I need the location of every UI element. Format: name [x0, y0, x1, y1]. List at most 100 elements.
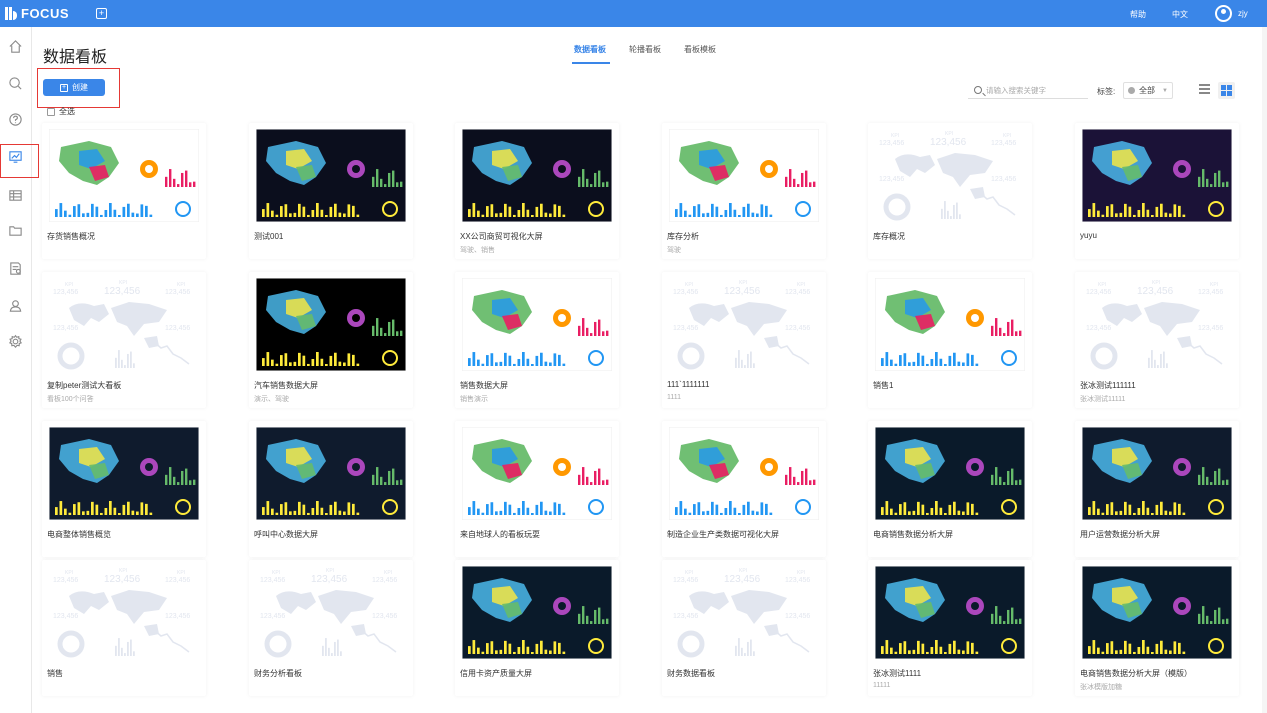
dashboard-card[interactable]: 测试001: [249, 123, 413, 259]
dashboard-name[interactable]: 销售: [47, 668, 63, 679]
dashboard-thumbnail[interactable]: 123,456 123,456 123,456 KPI KPI KPI 123,456 1…: [875, 129, 1025, 222]
dashboard-thumbnail[interactable]: 123,456 123,456 123,456 KPI KPI KPI 123,456 1…: [669, 566, 819, 659]
create-button[interactable]: + 创建: [43, 79, 105, 96]
dashboard-card[interactable]: 来自地球人的看板玩耍: [455, 421, 619, 557]
dashboard-card[interactable]: 销售数据大屏 销售演示: [455, 272, 619, 408]
dashboard-thumbnail[interactable]: [875, 278, 1025, 371]
dashboard-card[interactable]: 存货销售概况: [42, 123, 206, 259]
dashboard-name[interactable]: 财务分析看板: [254, 668, 302, 679]
dashboard-card[interactable]: 张冰测试1111 11111: [868, 560, 1032, 696]
dashboard-thumbnail[interactable]: [1082, 566, 1232, 659]
dashboard-card[interactable]: XX公司商贸可视化大屏 驾驶、销售: [455, 123, 619, 259]
select-all[interactable]: 全选: [47, 106, 75, 117]
dashboard-card[interactable]: 123,456 123,456 123,456 KPI KPI KPI 123,456 1…: [249, 560, 413, 696]
dashboard-name[interactable]: 财务数据看板: [667, 668, 715, 679]
dashboard-thumbnail[interactable]: [462, 427, 612, 520]
dashboard-thumbnail[interactable]: [669, 427, 819, 520]
dashboard-thumbnail[interactable]: [875, 566, 1025, 659]
tab-carousel[interactable]: 轮播看板: [629, 44, 661, 55]
dashboard-card[interactable]: 电商整体销售概览: [42, 421, 206, 557]
dashboard-name[interactable]: 电商销售数据分析大屏（模版）: [1080, 668, 1192, 679]
search-box[interactable]: 请输入搜索关键字: [968, 82, 1088, 99]
dashboard-name[interactable]: yuyu: [1080, 231, 1097, 240]
dashboard-name[interactable]: 111`1111111: [667, 380, 709, 389]
placeholder-num: 123,456: [1086, 289, 1111, 296]
dashboard-card[interactable]: 123,456 123,456 123,456 KPI KPI KPI 123,456 1…: [868, 123, 1032, 259]
dashboard-thumbnail[interactable]: [1082, 427, 1232, 520]
dashboard-thumbnail[interactable]: 123,456 123,456 123,456 KPI KPI KPI 123,456 1…: [256, 566, 406, 659]
tab-dashboards[interactable]: 数据看板: [574, 44, 606, 55]
svg-text:KPI: KPI: [65, 570, 73, 576]
dashboard-name[interactable]: 信用卡资产质量大屏: [460, 668, 532, 679]
dashboard-name[interactable]: 来自地球人的看板玩耍: [460, 529, 540, 540]
folder-icon[interactable]: [8, 223, 23, 238]
dashboard-thumbnail[interactable]: 123,456 123,456 123,456 KPI KPI KPI 123,456 1…: [669, 278, 819, 371]
dashboard-thumbnail[interactable]: [875, 427, 1025, 520]
dashboard-thumbnail[interactable]: 123,456 123,456 123,456 KPI KPI KPI 123,456 1…: [49, 278, 199, 371]
dashboard-thumbnail[interactable]: [256, 427, 406, 520]
list-view-icon[interactable]: [1199, 84, 1210, 95]
dashboard-card[interactable]: 库存分析 驾驶: [662, 123, 826, 259]
dashboard-card[interactable]: 123,456 123,456 123,456 KPI KPI KPI 123,456 1…: [662, 560, 826, 696]
dashboard-name[interactable]: 销售1: [873, 380, 893, 391]
dashboard-thumbnail[interactable]: [256, 129, 406, 222]
dashboard-name[interactable]: 复制peter测试大看板: [47, 380, 121, 391]
search-icon[interactable]: [8, 76, 23, 91]
dashboard-card[interactable]: 123,456 123,456 123,456 KPI KPI KPI 123,456 1…: [42, 560, 206, 696]
grid-view-icon[interactable]: [1218, 82, 1235, 99]
help-link[interactable]: 帮助: [1130, 9, 1146, 20]
dashboard-name[interactable]: 用户运营数据分析大屏: [1080, 529, 1160, 540]
add-tab-icon[interactable]: +: [96, 8, 107, 19]
dashboard-name[interactable]: 销售数据大屏: [460, 380, 508, 391]
dashboard-thumbnail[interactable]: [462, 129, 612, 222]
home-icon[interactable]: [8, 39, 23, 54]
dashboard-name[interactable]: 制造企业生产类数据可视化大屏: [667, 529, 779, 540]
dashboard-card[interactable]: 汽车销售数据大屏 演示、驾驶: [249, 272, 413, 408]
dashboard-thumbnail[interactable]: 123,456 123,456 123,456 KPI KPI KPI 123,456 1…: [49, 566, 199, 659]
dashboard-card[interactable]: 123,456 123,456 123,456 KPI KPI KPI 123,456 1…: [662, 272, 826, 408]
dashboard-card[interactable]: 电商销售数据分析大屏: [868, 421, 1032, 557]
username[interactable]: zjy: [1238, 9, 1248, 18]
dashboard-name[interactable]: 电商销售数据分析大屏: [873, 529, 953, 540]
dashboard-card[interactable]: 电商销售数据分析大屏（模版） 张冰模版加糖: [1075, 560, 1239, 696]
dashboard-card[interactable]: 制造企业生产类数据可视化大屏: [662, 421, 826, 557]
report-icon[interactable]: [8, 261, 23, 276]
settings-icon[interactable]: [8, 334, 23, 349]
dashboard-name[interactable]: 库存分析: [667, 231, 699, 242]
dashboard-name[interactable]: 电商整体销售概览: [47, 529, 111, 540]
dashboard-card[interactable]: 信用卡资产质量大屏: [455, 560, 619, 696]
dashboard-thumbnail[interactable]: [462, 278, 612, 371]
tag-select[interactable]: 全部 ▼: [1123, 82, 1173, 99]
dashboard-name[interactable]: 呼叫中心数据大屏: [254, 529, 318, 540]
dashboard-card[interactable]: 123,456 123,456 123,456 KPI KPI KPI 123,456 1…: [1075, 272, 1239, 408]
dashboard-thumbnail[interactable]: [256, 278, 406, 371]
dashboard-thumbnail[interactable]: [462, 566, 612, 659]
dashboard-card[interactable]: 销售1: [868, 272, 1032, 408]
dashboard-name[interactable]: 存货销售概况: [47, 231, 95, 242]
focus-logo[interactable]: FOCUS: [5, 6, 69, 21]
dashboard-card[interactable]: yuyu: [1075, 123, 1239, 259]
dashboard-card[interactable]: 用户运营数据分析大屏: [1075, 421, 1239, 557]
avatar[interactable]: [1215, 5, 1232, 22]
user-icon[interactable]: [8, 298, 23, 313]
help-icon[interactable]: [8, 112, 23, 127]
dashboard-name[interactable]: 库存概况: [873, 231, 905, 242]
tab-templates[interactable]: 看板模板: [684, 44, 716, 55]
language-link[interactable]: 中文: [1172, 9, 1188, 20]
table-icon[interactable]: [8, 188, 23, 203]
search-input[interactable]: 请输入搜索关键字: [986, 85, 1046, 96]
scrollbar[interactable]: [1262, 27, 1267, 713]
dashboard-name[interactable]: 张冰测试1111: [873, 668, 921, 679]
dashboard-thumbnail[interactable]: [49, 427, 199, 520]
dashboard-card[interactable]: 123,456 123,456 123,456 KPI KPI KPI 123,456 1…: [42, 272, 206, 408]
dashboard-name[interactable]: 汽车销售数据大屏: [254, 380, 318, 391]
dashboard-thumbnail[interactable]: [1082, 129, 1232, 222]
dashboard-thumbnail[interactable]: [49, 129, 199, 222]
select-all-checkbox[interactable]: [47, 107, 55, 116]
dashboard-card[interactable]: 呼叫中心数据大屏: [249, 421, 413, 557]
dashboard-name[interactable]: 张冰测试111111: [1080, 380, 1136, 391]
dashboard-name[interactable]: XX公司商贸可视化大屏: [460, 231, 543, 242]
dashboard-thumbnail[interactable]: [669, 129, 819, 222]
dashboard-thumbnail[interactable]: 123,456 123,456 123,456 KPI KPI KPI 123,456 1…: [1082, 278, 1232, 371]
dashboard-name[interactable]: 测试001: [254, 231, 283, 242]
